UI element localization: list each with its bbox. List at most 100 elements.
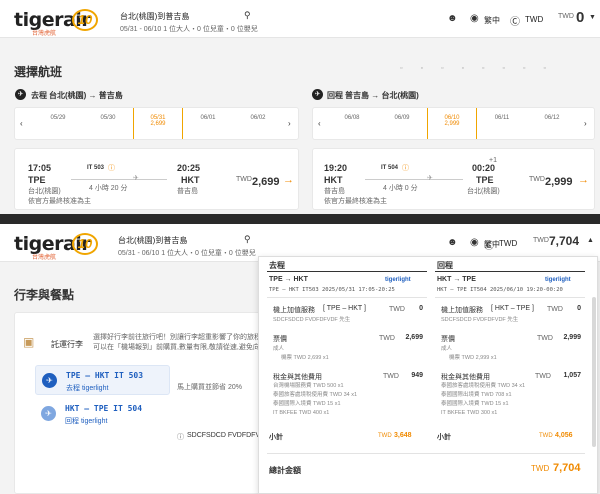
service-value: 0 <box>419 305 423 312</box>
total-value: 7,704 <box>553 462 581 474</box>
search-route[interactable]: 台北(桃園)到普吉島 <box>118 235 187 246</box>
flight-number: IT 504 <box>381 165 399 171</box>
tax-item: 泰國國際入境費 TWD 15 x1 <box>273 401 341 407</box>
step-icons: ▫▫▫▫▫▫▫▫ <box>400 65 564 72</box>
date-cell[interactable]: 06/09 <box>377 108 427 139</box>
fare-value: 2,999 <box>563 334 581 341</box>
currency-selector[interactable]: TWD <box>499 239 517 248</box>
date-cell[interactable]: 06/11 <box>477 108 527 139</box>
price-summary-panel: 去程 TPE → HKT tigerlight TPE – HKT IT503 … <box>258 256 598 494</box>
info-icon: ⓘ <box>177 434 184 441</box>
summary-head-underline <box>435 271 585 272</box>
fare-currency: TWD <box>537 335 553 342</box>
price-currency: TWD <box>529 176 545 183</box>
arr-time: 20:25 <box>177 163 201 173</box>
approval-note: 依官方最終核准為主 <box>324 198 387 205</box>
search-icon[interactable]: ⚲ <box>244 10 251 21</box>
info-icon[interactable]: ⓘ <box>402 163 409 173</box>
currency-selector[interactable]: TWD <box>525 15 543 24</box>
tax-item: 泰國旅客處境稅使用費 TWD 34 x1 <box>273 392 358 398</box>
flight-detail: HKT – TPE IT504 2025/06/10 19:20-00:20 <box>437 287 563 293</box>
date-cell[interactable]: 05/29 <box>33 108 83 139</box>
brand-label: tigerlight <box>385 277 411 283</box>
summary-route: TPE → HKT <box>269 276 308 283</box>
duration: 4 小時 0 分 <box>383 185 418 192</box>
tax-item: IT BKFEE TWD 400 x1 <box>273 410 330 416</box>
service-passenger: SDCFSDCD FVDFDFVDF 先生 <box>273 317 351 323</box>
fare-sub2: 機票 TWD 2,699 x1 <box>281 355 329 361</box>
date-cell[interactable]: 05/30 <box>83 108 133 139</box>
fare-currency: TWD <box>379 335 395 342</box>
chevron-down-icon[interactable]: ▼ <box>589 14 596 21</box>
leg-sub: 回程 tigerlight <box>65 418 108 425</box>
outbound-label: 去程 <box>31 91 47 100</box>
flight-detail: TPE – HKT IT503 2025/05/31 17:05-20:25 <box>269 287 395 293</box>
info-icon[interactable]: ⓘ <box>108 163 115 173</box>
leg-tab-active[interactable]: ✈ TPE – HKT IT 503 去程 tigerlight <box>35 365 170 395</box>
fare-sub1: 成人 <box>273 346 285 352</box>
subtotal-currency: TWD <box>378 433 392 439</box>
plane-icon: ✈ <box>427 175 433 182</box>
globe-icon[interactable]: ◉ <box>470 13 479 24</box>
date-cell[interactable]: 06/12 <box>527 108 577 139</box>
tax-item: 泰國國際入境費 TWD 15 x1 <box>441 401 509 407</box>
arr-city: 普吉島 <box>177 188 198 195</box>
dep-code: TPE <box>28 175 46 185</box>
subtotal-value: 4,056 <box>555 432 573 439</box>
leg-tab[interactable]: ✈ HKT – TPE IT 504 回程 tigerlight <box>35 399 170 429</box>
next-date-arrow[interactable]: › <box>288 119 291 128</box>
tax-currency: TWD <box>535 373 551 380</box>
currency-icon-visible[interactable]: Ⓒ <box>484 237 494 252</box>
service-route: [ HKT – TPE ] <box>491 305 534 312</box>
search-dates-pax: 05/31 - 06/10 1 位大人・0 位兒童・0 位嬰兒 <box>120 26 258 33</box>
anniversary-badge: 10 <box>72 9 98 31</box>
language-selector[interactable]: 繁中 <box>484 15 500 26</box>
globe-icon[interactable]: ◉ <box>470 237 479 248</box>
date-cell[interactable]: 06/02 <box>233 108 283 139</box>
prev-date-arrow[interactable]: ‹ <box>318 119 321 128</box>
cart-currency: TWD <box>558 13 574 20</box>
approval-note: 依官方最終核准為主 <box>28 198 91 205</box>
outbound-route: 台北(桃園) → 普吉島 <box>49 91 123 100</box>
summary-head: 回程 <box>437 261 453 270</box>
date-cell[interactable]: 06/08 <box>327 108 377 139</box>
arrow-right-icon[interactable]: → <box>283 174 294 186</box>
inbound-flight-card[interactable]: 19:20 IT 504 ⓘ 00:20 +1 HKT TPE ✈ 4 小時 0… <box>312 148 595 210</box>
flight-number: IT 503 <box>87 165 105 171</box>
cart-total[interactable]: 7,704 <box>549 234 579 248</box>
tax-item: 泰國旅客處境稅使用費 TWD 34 x1 <box>441 383 526 389</box>
service-label: 機上加值服務 <box>441 307 483 314</box>
scrollbar[interactable] <box>592 297 596 447</box>
inbound-label: 回程 <box>327 91 343 100</box>
currency-icon[interactable]: Ⓒ <box>510 13 520 28</box>
outbound-date-strip: ‹ 05/29 05/30 05/31 2,699 06/01 06/02 › <box>14 107 299 140</box>
outbound-flight-card[interactable]: 17:05 IT 503 ⓘ 20:25 TPE HKT ✈ 4 小時 20 分… <box>14 148 299 210</box>
chevron-up-icon[interactable]: ▲ <box>587 237 594 244</box>
total-divider <box>267 453 585 454</box>
plane-icon: ✈ <box>133 175 139 182</box>
total-label: 總計金額 <box>269 466 301 475</box>
cart-total[interactable]: 0 <box>576 9 584 26</box>
prev-date-arrow[interactable]: ‹ <box>20 119 23 128</box>
search-route[interactable]: 台北(桃園)到普吉島 <box>120 11 189 22</box>
search-dates-pax: 05/31 - 06/10 1 位大人・0 位兒童・0 位嬰兒 <box>118 250 256 257</box>
arrow-right-icon[interactable]: → <box>578 174 589 186</box>
user-icon[interactable]: ☻ <box>447 13 458 24</box>
passenger-name: SDCFSDCD FVDFDFV <box>187 432 261 439</box>
addons-title: 行李與餐點 <box>14 288 75 302</box>
user-icon[interactable]: ☻ <box>447 237 458 248</box>
service-currency: TWD <box>547 306 563 313</box>
divider <box>435 297 585 298</box>
search-icon[interactable]: ⚲ <box>244 234 251 245</box>
outbound-summary: 去程 TPE → HKT tigerlight TPE – HKT IT503 … <box>267 257 427 441</box>
baggage-label: 託運行李 <box>51 340 83 349</box>
fare-label: 票價 <box>441 336 455 343</box>
next-date-arrow[interactable]: › <box>584 119 587 128</box>
tax-item: 泰國國際出境費 TWD 708 x1 <box>441 392 512 398</box>
summary-head-underline <box>267 271 427 272</box>
date-cell[interactable]: 06/01 <box>183 108 233 139</box>
fare-label: 票價 <box>273 336 287 343</box>
fare-sub2: 機票 TWD 2,999 x1 <box>449 355 497 361</box>
date-cell-selected[interactable]: 05/31 2,699 <box>133 108 183 139</box>
date-cell-selected[interactable]: 06/10 2,999 <box>427 108 477 139</box>
